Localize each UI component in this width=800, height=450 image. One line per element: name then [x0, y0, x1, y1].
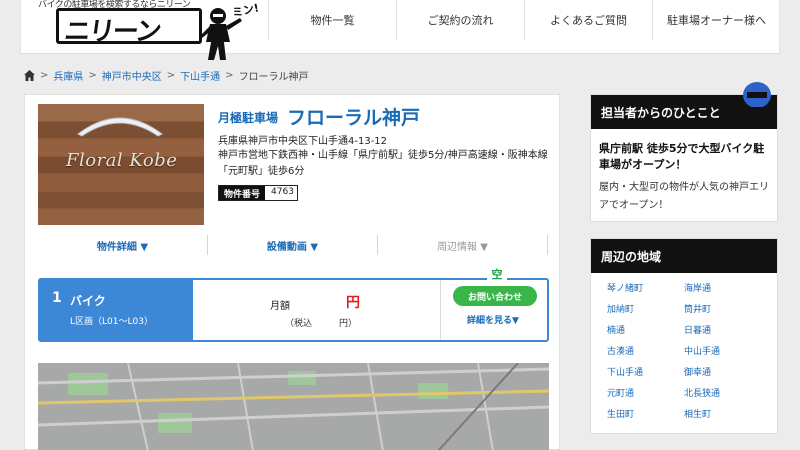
property-address: 兵庫県神戸市中央区下山手通4-13-12	[218, 136, 388, 147]
slot-number: 1	[52, 290, 62, 306]
area-link[interactable]: 日暮通	[684, 323, 761, 339]
property-access: 神戸市営地下鉄西神・山手線「県庁前駅」徒歩5分/神戸高速線・阪神本線「元町駅」徒…	[218, 150, 548, 177]
property-number-label: 物件番号	[219, 186, 266, 200]
property-photo: Floral Kobe	[38, 104, 204, 225]
breadcrumb-prefecture[interactable]: 兵庫県	[53, 68, 83, 83]
breadcrumb-separator: >	[40, 70, 49, 81]
logo-text: ニリーン	[62, 17, 162, 47]
vacancy-badge: 空	[487, 266, 507, 282]
helmet-mascot-icon	[743, 82, 771, 125]
breadcrumb-street[interactable]: 下山手通	[180, 68, 220, 83]
location-map[interactable]	[38, 363, 549, 450]
price-label: 月額	[270, 301, 290, 312]
area-link[interactable]: 生田町	[607, 407, 684, 423]
area-link[interactable]: 琴ノ緒町	[607, 281, 684, 297]
site-header: バイクの駐車場を検索するならニリーン ニリーン ミン! 物件一覧 ご契約の流れ …	[0, 0, 800, 62]
photo-sign-text: Floral Kobe	[66, 150, 178, 171]
breadcrumb-separator: >	[225, 70, 234, 81]
area-link[interactable]: 古湊通	[607, 344, 684, 360]
nav-faq[interactable]: よくあるご質問	[524, 0, 652, 40]
area-link[interactable]: 元町通	[607, 386, 684, 402]
area-link[interactable]: 海岸通	[684, 281, 761, 297]
tab-surroundings[interactable]: 周辺情報 ▼	[378, 235, 548, 255]
tab-property-details[interactable]: 物件詳細 ▼	[38, 235, 208, 255]
area-link[interactable]: 相生町	[684, 407, 761, 423]
nav-property-list[interactable]: 物件一覧	[268, 0, 396, 40]
nearby-areas-heading: 周辺の地域	[591, 239, 777, 273]
area-link[interactable]: 楠通	[607, 323, 684, 339]
area-link[interactable]: 北長狭通	[684, 386, 761, 402]
price-tax-included: （税込 円）	[285, 319, 358, 329]
detail-tabs: 物件詳細 ▼ 設備動画 ▼ 周辺情報 ▼	[38, 235, 548, 255]
nav-contract-flow[interactable]: ご契約の流れ	[396, 0, 524, 40]
slot-vehicle-type: バイク	[70, 294, 106, 308]
nearby-areas-list: 琴ノ緒町 海岸通 加納町 筒井町 楠通 日暮通 古湊通 中山手通 下山手通 御幸…	[591, 273, 777, 427]
property-number-value: 4763	[271, 187, 294, 197]
property-title: フローラル神戸	[287, 107, 421, 129]
staff-message-title: 県庁前駅 徒歩5分で大型バイク駐車場がオープン！	[599, 142, 765, 171]
property-card: Floral Kobe 月極駐車場 フローラル神戸 兵庫県神戸市中央区下山手通4…	[24, 94, 560, 450]
breadcrumb-separator: >	[166, 70, 176, 81]
breadcrumb: > 兵庫県 > 神戸市中央区 > 下山手通 > フローラル神戸	[24, 68, 309, 83]
home-icon[interactable]	[24, 70, 35, 81]
tab-facility-video[interactable]: 設備動画 ▼	[208, 235, 378, 255]
main-nav: 物件一覧 ご契約の流れ よくあるご質問 駐車場オーナー様へ	[268, 0, 780, 40]
area-link[interactable]: 中山手通	[684, 344, 761, 360]
property-number-badge: 物件番号 4763	[218, 185, 299, 201]
area-link[interactable]: 御幸通	[684, 365, 761, 381]
slot-actions: 空 お問い合わせ 詳細を見る▼	[440, 266, 547, 340]
map-tiles	[38, 363, 549, 450]
staff-message-body: 屋内・大型可の物件が人気の神戸エリアでオープン！	[599, 182, 769, 211]
breadcrumb-separator: >	[88, 70, 97, 81]
slot-zone: L区画（L01〜L03）	[70, 317, 153, 327]
breadcrumb-ward[interactable]: 神戸市中央区	[102, 68, 162, 83]
nearby-areas-card: 周辺の地域 琴ノ緒町 海岸通 加納町 筒井町 楠通 日暮通 古湊通 中山手通 下…	[590, 238, 778, 434]
parking-slot-row: 1 バイク L区画（L01〜L03） 月額 円 （税込 円） 空 お問い合わせ …	[38, 266, 549, 342]
area-link[interactable]: 加納町	[607, 302, 684, 318]
price-value: 円	[346, 295, 360, 311]
breadcrumb-current: フローラル神戸	[238, 72, 309, 83]
lot-type: 月極駐車場	[218, 111, 279, 125]
area-link[interactable]: 筒井町	[684, 302, 761, 318]
inquire-button[interactable]: お問い合わせ	[453, 286, 537, 306]
site-logo[interactable]: ニリーン	[56, 8, 202, 47]
area-link[interactable]: 下山手通	[607, 365, 684, 381]
slot-summary: 1 バイク L区画（L01〜L03）	[40, 280, 193, 340]
nav-owners[interactable]: 駐車場オーナー様へ	[652, 0, 780, 40]
staff-message-card: 担当者からのひとこと 県庁前駅 徒歩5分で大型バイク駐車場がオープン！ 屋内・大…	[590, 82, 778, 222]
see-details-link[interactable]: 詳細を見る▼	[467, 313, 519, 326]
